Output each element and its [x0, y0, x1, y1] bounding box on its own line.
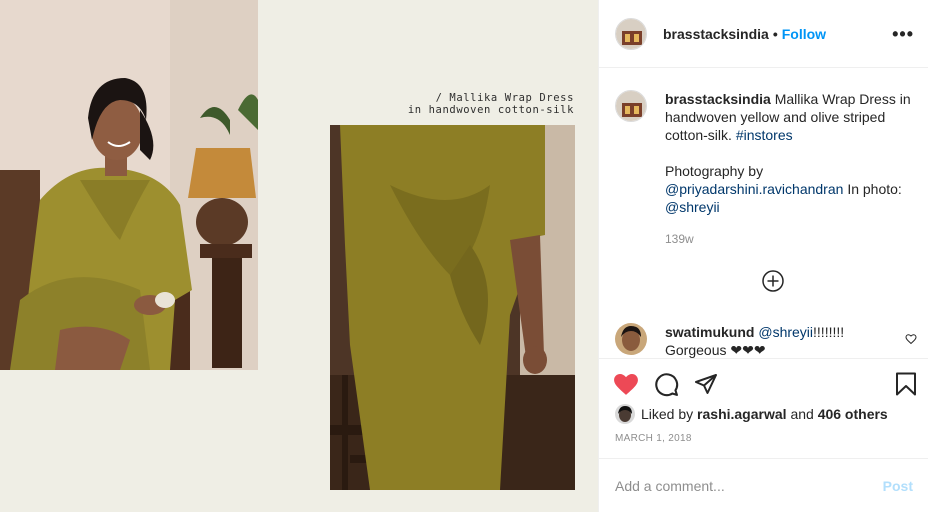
post-side-panel: brasstacksindia • Follow ••• brasstacksi…: [598, 0, 928, 512]
comment-mention[interactable]: @shreyii: [758, 324, 813, 340]
likes-avatar[interactable]: [615, 404, 635, 424]
post-date[interactable]: MARCH 1, 2018: [599, 433, 928, 444]
hashtag-link[interactable]: #instores: [736, 127, 793, 143]
caption-avatar[interactable]: [615, 90, 647, 122]
comment-row: swatimukund @shreyii!!!!!!!! Gorgeous ❤❤…: [615, 323, 917, 358]
photo-woman-seated: [0, 0, 258, 370]
more-icon[interactable]: •••: [892, 25, 914, 43]
comment-body: !!!!!!!!: [813, 324, 845, 340]
image-caption-line1: / Mallika Wrap Dress: [435, 92, 574, 104]
liked-by-label: Liked by: [641, 406, 694, 422]
photographer-link[interactable]: @priyadarshini.ravichandran: [665, 181, 843, 197]
image-caption: / Mallika Wrap Dress in handwoven cotton…: [408, 92, 574, 116]
likes-text: Liked by rashi.agarwal and 406 others: [641, 406, 888, 422]
add-circle-icon[interactable]: [762, 270, 784, 292]
and-label: and: [790, 406, 814, 422]
likes-row: Liked by rashi.agarwal and 406 others: [599, 404, 928, 424]
comment-avatar[interactable]: [615, 323, 647, 355]
action-icons-row: [599, 359, 928, 409]
comment-input[interactable]: [615, 477, 883, 494]
comment-username[interactable]: swatimukund: [665, 324, 754, 340]
comments-scroll-area[interactable]: brasstacksindia Mallika Wrap Dress in ha…: [599, 69, 928, 358]
heart-outline-icon[interactable]: [905, 333, 917, 358]
photo-dress-closeup: [330, 125, 575, 490]
image-caption-line2: in handwoven cotton-silk: [407, 104, 574, 116]
heart-filled-icon[interactable]: [613, 371, 639, 397]
caption-timestamp[interactable]: 139w: [665, 230, 913, 248]
add-comment-bar: Post: [599, 458, 928, 512]
liked-by-user[interactable]: rashi.agarwal: [697, 406, 787, 422]
header-separator: •: [772, 25, 778, 42]
post-actions: Liked by rashi.agarwal and 406 others MA…: [599, 358, 928, 444]
follow-button[interactable]: Follow: [782, 26, 826, 42]
in-photo-label: In photo:: [847, 181, 902, 197]
likes-count-link[interactable]: 406 others: [818, 406, 888, 422]
caption-row: brasstacksindia Mallika Wrap Dress in ha…: [599, 69, 928, 248]
caption-text: brasstacksindia Mallika Wrap Dress in ha…: [665, 90, 913, 248]
post-image[interactable]: / Mallika Wrap Dress in handwoven cotton…: [0, 0, 598, 512]
comment-text: swatimukund @shreyii!!!!!!!! Gorgeous ❤❤…: [665, 323, 905, 358]
header-username[interactable]: brasstacksindia: [663, 26, 769, 42]
bookmark-icon[interactable]: [893, 371, 919, 397]
profile-avatar[interactable]: [615, 17, 647, 50]
post-header: brasstacksindia • Follow •••: [599, 0, 928, 68]
caption-username[interactable]: brasstacksindia: [665, 91, 771, 107]
comment-second-line: Gorgeous ❤❤❤: [665, 342, 766, 358]
comment-icon[interactable]: [653, 371, 679, 397]
model-link[interactable]: @shreyii: [665, 199, 720, 215]
photo-credit-label: Photography by: [665, 163, 764, 179]
post-button[interactable]: Post: [883, 478, 913, 494]
share-icon[interactable]: [693, 371, 719, 397]
